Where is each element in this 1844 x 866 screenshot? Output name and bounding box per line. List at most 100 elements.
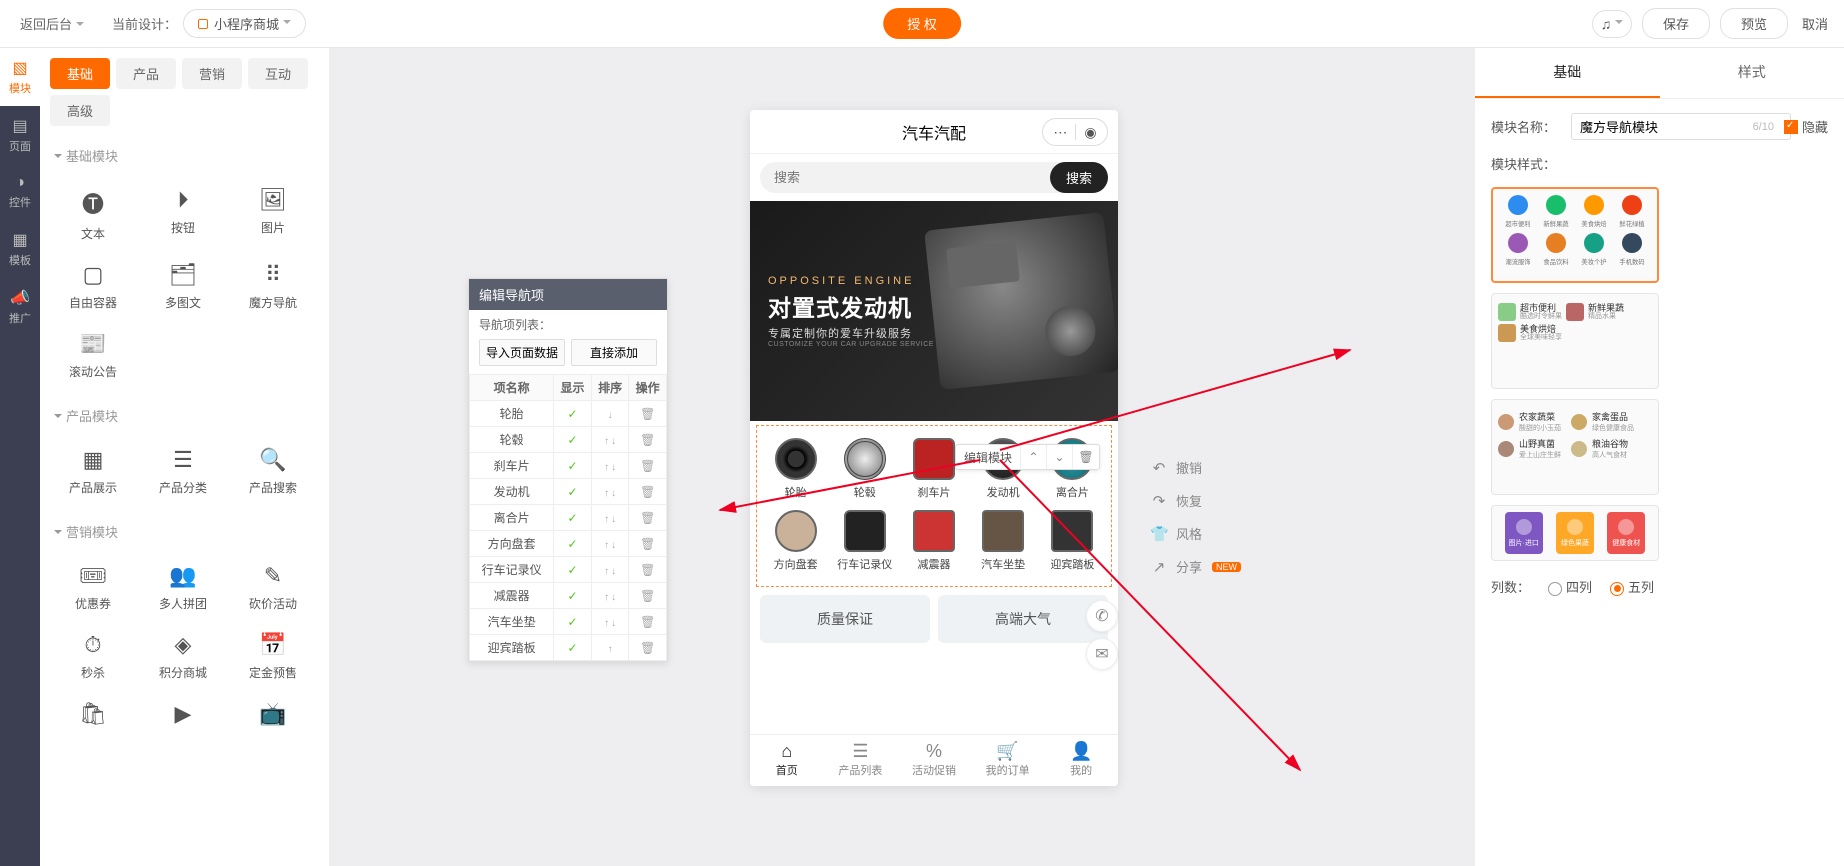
style-option-1[interactable]: 超市便利 新鲜果蔬 美食烘焙 鲜花绿植 潮流服饰 食品饮料 美妆个护 手机数码: [1491, 187, 1659, 283]
sort-up-icon[interactable]: ↑: [604, 436, 609, 447]
sort-down-icon[interactable]: ↓: [608, 410, 613, 421]
cell-delete[interactable]: 🗑: [629, 479, 667, 505]
sort-down-icon[interactable]: ↓: [611, 436, 616, 447]
module-free-container[interactable]: ▢自由容器: [48, 252, 138, 321]
undo-action[interactable]: ↶撤销: [1150, 458, 1241, 477]
cell-name[interactable]: 发动机: [470, 479, 554, 505]
nav-page[interactable]: ▤页面: [0, 106, 40, 164]
style-action[interactable]: 👕风格: [1150, 524, 1241, 543]
cancel-link[interactable]: 取消: [1798, 14, 1832, 33]
nav-template[interactable]: ▦模板: [0, 220, 40, 278]
sort-down-icon[interactable]: ↓: [611, 462, 616, 473]
style-option-3[interactable]: 农家蔬菜酸甜的小玉茄 山野真菌爱上山庄生鲜 家禽蛋品绿色健康食品 粮油谷物高人气…: [1491, 399, 1659, 495]
cube-item[interactable]: 行车记录仪: [830, 510, 899, 572]
cell-show[interactable]: ✓: [554, 479, 592, 505]
cube-item[interactable]: 减震器: [899, 510, 968, 572]
radio-4cols[interactable]: 四列: [1548, 577, 1592, 596]
module-multi-image[interactable]: 🗂多图文: [138, 252, 228, 321]
save-button[interactable]: 保存: [1642, 8, 1710, 39]
sort-up-icon[interactable]: ↑: [604, 566, 609, 577]
module-product-category[interactable]: ☰产品分类: [138, 437, 228, 506]
sort-down-icon[interactable]: ↓: [611, 514, 616, 525]
nav-promote[interactable]: 📣推广: [0, 278, 40, 336]
cell-show[interactable]: ✓: [554, 609, 592, 635]
tab-basic[interactable]: 基础: [50, 58, 110, 89]
sort-up-icon[interactable]: ↑: [608, 644, 613, 655]
cell-delete[interactable]: 🗑: [629, 557, 667, 583]
module-extra-2[interactable]: ▶: [138, 691, 228, 743]
tab-advanced[interactable]: 高级: [50, 95, 110, 126]
tabbar-item[interactable]: 👤我的: [1044, 735, 1118, 786]
module-product-show[interactable]: ▦产品展示: [48, 437, 138, 506]
sort-up-icon[interactable]: ↑: [604, 540, 609, 551]
sort-up-icon[interactable]: ↑: [604, 462, 609, 473]
tabbar-item[interactable]: 🛒我的订单: [971, 735, 1045, 786]
cell-show[interactable]: ✓: [554, 453, 592, 479]
section-marketing[interactable]: 营销模块: [40, 512, 329, 547]
module-extra-1[interactable]: 🛍: [48, 691, 138, 743]
style-option-2[interactable]: 超市便利酷选时令鲜果 新鲜果蔬精品水果 美食烘焙全球美味轻享: [1491, 293, 1659, 389]
style-option-4[interactable]: 图片·进口 绿色果蔬 健康食材: [1491, 505, 1659, 561]
cell-delete[interactable]: 🗑: [629, 635, 667, 661]
tabbar-item[interactable]: ☰产品列表: [824, 735, 898, 786]
tab-product[interactable]: 产品: [116, 58, 176, 89]
cell-show[interactable]: ✓: [554, 531, 592, 557]
module-image[interactable]: 🖼图片: [228, 177, 318, 252]
sort-down-icon[interactable]: ↓: [611, 618, 616, 629]
cell-name[interactable]: 离合片: [470, 505, 554, 531]
module-extra-3[interactable]: 📺: [228, 691, 318, 743]
cell-delete[interactable]: 🗑: [629, 583, 667, 609]
sort-down-icon[interactable]: ↓: [611, 566, 616, 577]
cell-show[interactable]: ✓: [554, 557, 592, 583]
tabbar-item[interactable]: %活动促销: [897, 735, 971, 786]
tabbar-item[interactable]: ⌂首页: [750, 735, 824, 786]
preview-button[interactable]: 预览: [1720, 8, 1788, 39]
move-up-icon[interactable]: ⌃: [1021, 445, 1047, 469]
cell-name[interactable]: 迎宾踏板: [470, 635, 554, 661]
wechat-icon[interactable]: ✉: [1086, 638, 1118, 670]
import-page-data-button[interactable]: 导入页面数据: [479, 339, 565, 366]
section-product[interactable]: 产品模块: [40, 396, 329, 431]
cell-show[interactable]: ✓: [554, 505, 592, 531]
promo-card-2[interactable]: 高端大气: [938, 595, 1108, 643]
module-seckill[interactable]: ⏱秒杀: [48, 622, 138, 691]
share-action[interactable]: ↗分享NEW: [1150, 557, 1241, 576]
cell-delete[interactable]: 🗑: [629, 401, 667, 427]
cell-show[interactable]: ✓: [554, 427, 592, 453]
tab-marketing[interactable]: 营销: [182, 58, 242, 89]
sort-down-icon[interactable]: ↓: [611, 540, 616, 551]
headset-icon[interactable]: ♫: [1592, 10, 1632, 38]
authorize-button[interactable]: 授 权: [883, 8, 961, 39]
sort-up-icon[interactable]: ↑: [604, 618, 609, 629]
move-down-icon[interactable]: ⌄: [1047, 445, 1073, 469]
sort-up-icon[interactable]: ↑: [604, 514, 609, 525]
cube-item[interactable]: 方向盘套: [761, 510, 830, 572]
redo-action[interactable]: ↷恢复: [1150, 491, 1241, 510]
delete-icon[interactable]: 🗑: [1073, 445, 1099, 469]
hide-checkbox[interactable]: [1784, 120, 1798, 134]
edit-module-label[interactable]: 编辑模块: [956, 445, 1021, 469]
search-input[interactable]: [760, 162, 1066, 193]
cell-delete[interactable]: 🗑: [629, 531, 667, 557]
cell-delete[interactable]: 🗑: [629, 427, 667, 453]
sort-down-icon[interactable]: ↓: [611, 592, 616, 603]
promo-card-1[interactable]: 质量保证: [760, 595, 930, 643]
cell-show[interactable]: ✓: [554, 401, 592, 427]
prop-tab-basic[interactable]: 基础: [1475, 48, 1660, 98]
tab-interact[interactable]: 互动: [248, 58, 308, 89]
capsule[interactable]: ⋯ ◉: [1042, 118, 1108, 146]
cell-name[interactable]: 汽车坐垫: [470, 609, 554, 635]
cell-name[interactable]: 刹车片: [470, 453, 554, 479]
module-scroll-notice[interactable]: 📰滚动公告: [48, 321, 138, 390]
sort-up-icon[interactable]: ↑: [604, 488, 609, 499]
sort-down-icon[interactable]: ↓: [611, 488, 616, 499]
back-link[interactable]: 返回后台: [12, 14, 92, 33]
cell-name[interactable]: 行车记录仪: [470, 557, 554, 583]
radio-5cols[interactable]: 五列: [1610, 577, 1654, 596]
cell-show[interactable]: ✓: [554, 635, 592, 661]
module-group-buy[interactable]: 👥多人拼团: [138, 553, 228, 622]
module-button[interactable]: ⏵按钮: [138, 177, 228, 252]
search-button[interactable]: 搜索: [1050, 162, 1108, 193]
sort-up-icon[interactable]: ↑: [604, 592, 609, 603]
module-points-mall[interactable]: ◈积分商城: [138, 622, 228, 691]
